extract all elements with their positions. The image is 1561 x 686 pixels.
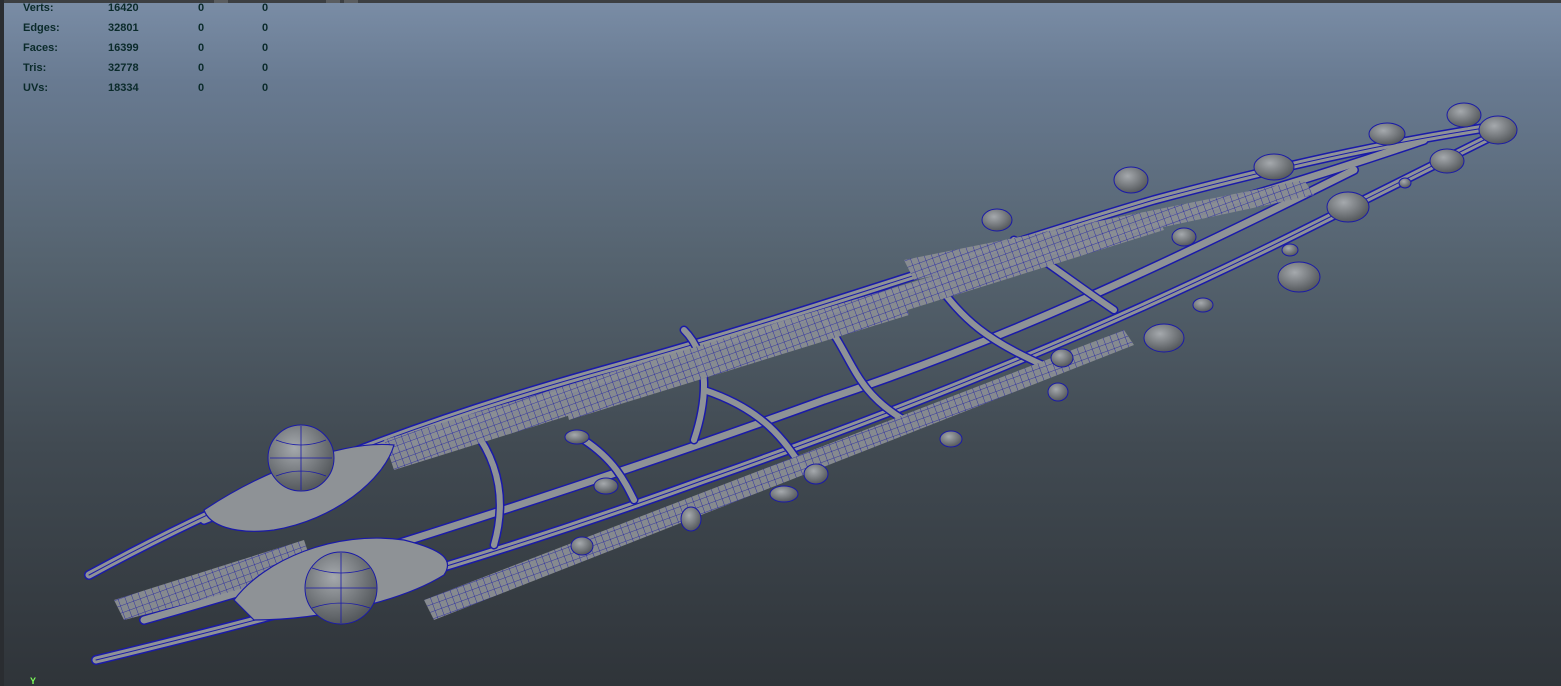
hud-total: 18334: [108, 82, 139, 94]
hud-total: 32778: [108, 62, 139, 74]
hud-total: 16399: [108, 42, 139, 54]
hud-label: UVs:: [23, 82, 49, 94]
hud-components: 0: [262, 2, 269, 14]
viewport-3d[interactable]: Verts: 16420 0 0 Edges: 32801 0 0 Faces:…: [0, 0, 1561, 686]
hud-components: 0: [262, 82, 269, 94]
hud-selected: 0: [198, 2, 205, 14]
mesh-wireframe-scene[interactable]: [4, 0, 1561, 686]
hud-selected: 0: [198, 42, 205, 54]
mesh-detail-strips: [114, 180, 1314, 620]
hud-components: 0: [262, 22, 269, 34]
hud-label: Tris:: [23, 62, 47, 74]
hud-label: Faces:: [23, 42, 58, 54]
axis-indicator-icon: Y: [30, 676, 37, 686]
hud-selected: 0: [198, 22, 205, 34]
hud-selected: 0: [198, 82, 205, 94]
hud-total: 32801: [108, 22, 139, 34]
hud-label: Verts:: [23, 2, 54, 14]
mesh-small-pods: [564, 102, 1518, 556]
hud-components: 0: [262, 62, 269, 74]
hud-label: Edges:: [23, 22, 60, 34]
hud-components: 0: [262, 42, 269, 54]
hud-selected: 0: [198, 62, 205, 74]
hud-total: 16420: [108, 2, 139, 14]
